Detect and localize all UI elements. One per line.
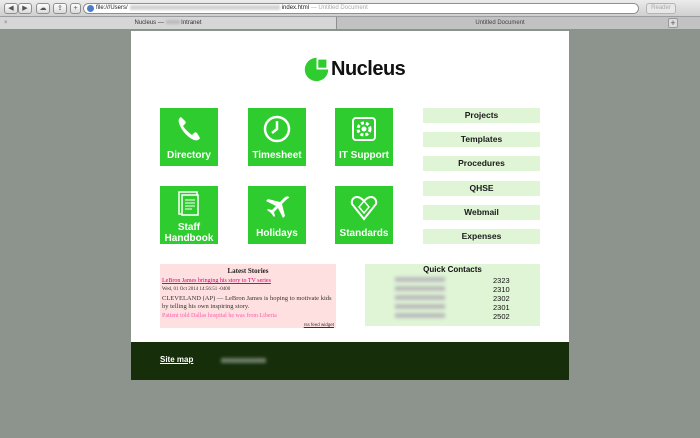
tab-label-prefix: Nucleus — (134, 20, 166, 26)
story-headline-link[interactable]: LeBron James bringing his story to TV se… (162, 278, 336, 284)
contact-extension: 2323 (493, 276, 510, 285)
clock-icon (263, 115, 291, 143)
browser-toolbar: ◀ ▶ ☁ ⇪ + file:///Users/index.html — Unt… (0, 0, 700, 17)
tile-label: Directory (167, 150, 211, 161)
icloud-tabs-button[interactable]: ☁ (36, 3, 50, 14)
contacts-title: Quick Contacts (423, 265, 482, 274)
redacted-contact-name (395, 313, 445, 318)
tile-label-line2: Handbook (164, 233, 214, 244)
intranet-page: Nucleus Directory Timesheet IT Support S… (131, 31, 569, 380)
site-map-link[interactable]: Site map (160, 355, 193, 364)
contact-row: 2302 (365, 294, 540, 303)
nucleus-logo[interactable]: Nucleus (303, 53, 406, 85)
back-button[interactable]: ◀ (4, 3, 18, 14)
latest-stories-widget: Latest Stories LeBron James bringing his… (160, 264, 336, 328)
contact-extension: 2310 (493, 285, 510, 294)
redacted-contact-name (395, 295, 445, 300)
cloud-icon: ☁ (39, 5, 47, 12)
tile-directory[interactable]: Directory (160, 108, 218, 166)
tile-it-support[interactable]: IT Support (335, 108, 393, 166)
kitemark-icon (350, 195, 378, 221)
next-story-link[interactable]: Patient told Dallas hospital he was from… (162, 313, 336, 319)
reader-button[interactable]: Reader (646, 3, 676, 14)
new-tab-button[interactable]: + (70, 3, 81, 14)
contact-extension: 2502 (493, 312, 510, 321)
back-arrow-icon: ◀ (8, 5, 14, 12)
contact-extension: 2302 (493, 294, 510, 303)
add-tab-button[interactable]: + (668, 18, 678, 28)
nucleus-logo-icon (304, 57, 330, 81)
url-prefix: file:///Users/ (96, 5, 128, 11)
link-qhse[interactable]: QHSE (423, 181, 540, 196)
plus-icon: + (73, 5, 78, 12)
redacted-footer-text (221, 358, 266, 363)
url-doc-title: — Untitled Document (310, 5, 368, 11)
forward-button[interactable]: ▶ (18, 3, 32, 14)
tile-label: IT Support (339, 150, 389, 161)
browser-tabbar: × Nucleus — Intranet Untitled Document + (0, 17, 700, 30)
contact-row: 2502 (365, 312, 540, 321)
tile-label-line1: Staff (177, 222, 201, 233)
contact-row: 2301 (365, 303, 540, 312)
contact-extension: 2301 (493, 303, 510, 312)
page-footer: Site map (131, 342, 569, 380)
tab-label-suffix: Intranet (179, 20, 202, 26)
contact-row: 2323 (365, 276, 540, 285)
contact-row: 2310 (365, 285, 540, 294)
gear-icon (352, 117, 376, 141)
link-templates[interactable]: Templates (423, 132, 540, 147)
redacted-path (129, 4, 280, 10)
url-suffix: index.html (281, 5, 310, 11)
tile-label: Timesheet (252, 150, 302, 161)
redacted-contact-name (395, 304, 445, 309)
share-icon: ⇪ (57, 5, 63, 12)
story-date: Wed, 01 Oct 2014 14:56:51 -0400 (162, 287, 231, 292)
redacted-tab-text (165, 20, 180, 25)
phone-icon (178, 117, 200, 141)
story-body: CLEVELAND (AP) — LeBron James is hoping … (162, 295, 332, 310)
forward-arrow-icon: ▶ (22, 5, 28, 12)
quick-contacts-panel: Quick Contacts 2323 2310 2302 2301 2502 (365, 264, 540, 326)
address-bar[interactable]: file:///Users/index.html — Untitled Docu… (83, 3, 639, 14)
redacted-contact-name (395, 286, 445, 291)
tile-holidays[interactable]: Holidays (248, 186, 306, 244)
rss-feed-widget-link[interactable]: rss feed widget (303, 322, 334, 327)
tab-nucleus[interactable]: × Nucleus — Intranet (0, 17, 337, 29)
link-webmail[interactable]: Webmail (423, 205, 540, 220)
logo-text: Nucleus (331, 57, 406, 80)
airplane-icon (266, 196, 290, 218)
globe-icon (87, 5, 94, 12)
link-procedures[interactable]: Procedures (423, 156, 540, 171)
tile-label: Standards (339, 228, 389, 239)
close-tab-icon[interactable]: × (4, 17, 8, 29)
document-stack-icon (178, 191, 199, 216)
tile-standards[interactable]: Standards (335, 186, 393, 244)
tile-label: Holidays (256, 228, 298, 239)
tab-untitled[interactable]: Untitled Document (338, 17, 662, 29)
tab-label: Untitled Document (475, 20, 525, 26)
link-expenses[interactable]: Expenses (423, 229, 540, 244)
stories-title: Latest Stories (227, 267, 269, 275)
link-projects[interactable]: Projects (423, 108, 540, 123)
tile-staff-handbook[interactable]: Staff Handbook (160, 186, 218, 244)
redacted-contact-name (395, 277, 445, 282)
share-button[interactable]: ⇪ (53, 3, 67, 14)
tile-timesheet[interactable]: Timesheet (248, 108, 306, 166)
